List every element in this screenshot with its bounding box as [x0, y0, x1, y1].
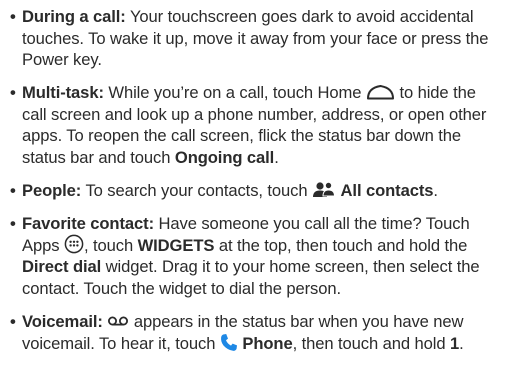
- phone-icon: [220, 333, 238, 352]
- tip-title: Favorite contact:: [22, 214, 154, 234]
- bullet: •: [10, 181, 16, 201]
- all-contacts-label: All contacts: [340, 181, 434, 201]
- tip-text: , touch: [83, 235, 134, 255]
- tip-title: During a call:: [22, 7, 126, 26]
- ongoing-call-label: Ongoing call: [174, 148, 275, 168]
- home-icon: [366, 84, 395, 100]
- bullet: •: [10, 83, 16, 103]
- tip-during-call: • During a call: Your touchscreen goes d…: [10, 6, 502, 71]
- tip-favorite-contact: • Favorite contact: Have someone you cal…: [10, 213, 502, 299]
- period: .: [433, 181, 438, 201]
- tip-multi-task: • Multi-task: While you’re on a call, to…: [10, 82, 502, 168]
- phone-label: Phone: [242, 333, 293, 353]
- bullet: •: [10, 7, 16, 26]
- tip-text: While you’re on a call, touch Home: [108, 83, 362, 103]
- apps-icon: [64, 234, 84, 254]
- period: .: [459, 333, 464, 353]
- tip-text: , then touch and hold: [292, 333, 446, 353]
- tip-text: at the top, then touch and hold the: [218, 235, 468, 255]
- tip-text: To search your contacts, touch: [85, 181, 308, 201]
- tip-title: Multi-task:: [22, 83, 104, 103]
- tips-list: • During a call: Your touchscreen goes d…: [10, 6, 502, 354]
- tip-title: People:: [22, 181, 82, 201]
- tip-voicemail: • Voicemail: appears in the status bar w…: [10, 311, 502, 354]
- widgets-label: WIDGETS: [137, 235, 215, 255]
- voicemail-icon: [107, 315, 129, 327]
- bullet: •: [10, 312, 16, 332]
- page: • During a call: Your touchscreen goes d…: [0, 0, 512, 391]
- key-one-label: 1: [450, 333, 460, 353]
- people-icon: [312, 181, 336, 198]
- tip-people: • People: To search your contacts, touch…: [10, 180, 502, 202]
- period: .: [274, 148, 279, 168]
- tip-title: Voicemail:: [22, 312, 103, 332]
- direct-dial-label: Direct dial: [22, 257, 102, 277]
- bullet: •: [10, 214, 16, 234]
